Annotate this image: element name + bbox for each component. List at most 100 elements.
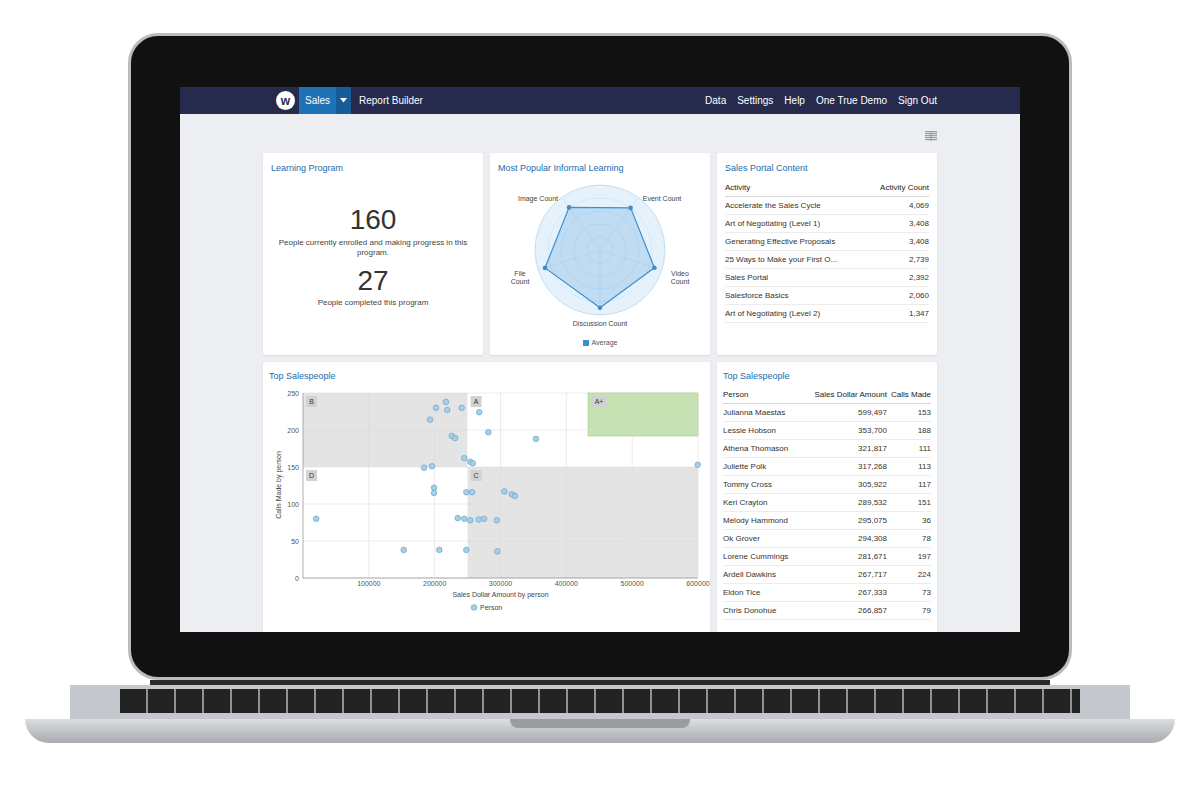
laptop-front bbox=[25, 719, 1175, 743]
x-tick-label: 100000 bbox=[357, 580, 380, 587]
activity-row[interactable]: Sales Portal2,392 bbox=[725, 269, 929, 287]
salesperson-row[interactable]: Juliette Polk317,268113 bbox=[723, 458, 931, 476]
activity-row[interactable]: Art of Negotiating (Level 1)3,408 bbox=[725, 215, 929, 233]
table-cell: Art of Negotiating (Level 2) bbox=[725, 309, 903, 319]
y-tick-label: 150 bbox=[287, 464, 299, 471]
data-point bbox=[433, 405, 439, 411]
table-cell: 305,922 bbox=[803, 480, 887, 490]
data-point bbox=[495, 549, 501, 555]
salesperson-row[interactable]: Athena Thomason321,817111 bbox=[723, 440, 931, 458]
table-cell: 267,717 bbox=[803, 570, 887, 580]
activity-row[interactable]: Generating Effective Proposals3,408 bbox=[725, 233, 929, 251]
column-header[interactable]: Calls Made bbox=[887, 390, 931, 400]
table-cell: Salesforce Basics bbox=[725, 291, 903, 301]
card-header: Top Salespeople bbox=[263, 362, 710, 384]
keyboard bbox=[120, 689, 1080, 713]
radar-point bbox=[652, 265, 657, 270]
radar-area bbox=[545, 207, 654, 307]
grid-line bbox=[632, 393, 633, 578]
data-point bbox=[470, 461, 476, 467]
table-cell: Julianna Maestas bbox=[723, 408, 803, 418]
salesperson-row[interactable]: Lessie Hobson353,700188 bbox=[723, 422, 931, 440]
data-point bbox=[421, 465, 427, 471]
table-cell: 321,817 bbox=[803, 444, 887, 454]
data-point bbox=[437, 547, 443, 553]
table-cell: 2,739 bbox=[909, 255, 929, 265]
enrolled-count: 160 bbox=[350, 205, 397, 235]
card-title: Learning Program bbox=[271, 163, 475, 173]
data-point bbox=[464, 547, 470, 553]
table-cell: 73 bbox=[887, 588, 931, 598]
table-cell: 3,408 bbox=[909, 237, 929, 247]
column-header[interactable]: Sales Dollar Amount bbox=[803, 390, 887, 400]
nav-tab[interactable]: Sales bbox=[299, 87, 336, 114]
data-point bbox=[443, 399, 449, 405]
salesperson-row[interactable]: Eldon Tice267,33373 bbox=[723, 584, 931, 602]
salesperson-row[interactable]: Chris Donohue266,85779 bbox=[723, 602, 931, 620]
data-point bbox=[476, 409, 482, 415]
table-cell: Eldon Tice bbox=[723, 588, 803, 598]
nav-tab[interactable]: Report Builder bbox=[353, 87, 429, 114]
data-point bbox=[401, 547, 407, 553]
table-cell: 1,347 bbox=[909, 309, 929, 319]
zone-label: C bbox=[474, 472, 479, 479]
table-cell: Lorene Cummings bbox=[723, 552, 803, 562]
salesperson-row[interactable]: Ardell Dawkins267,717224 bbox=[723, 566, 931, 584]
data-point bbox=[486, 429, 492, 435]
nav-link[interactable]: Settings bbox=[737, 93, 773, 108]
logo[interactable]: w bbox=[276, 91, 295, 110]
table-cell: 2,392 bbox=[909, 273, 929, 283]
table-cell: 197 bbox=[887, 552, 931, 562]
nav-link[interactable]: Sign Out bbox=[898, 93, 937, 108]
x-tick-label: 600000 bbox=[686, 580, 709, 587]
y-tick-label: 50 bbox=[291, 538, 299, 545]
grid-line bbox=[698, 393, 699, 578]
bottom-row: Top Salespeople0501001502002501000002000… bbox=[263, 362, 937, 632]
salesperson-row[interactable]: Tommy Cross305,922117 bbox=[723, 476, 931, 494]
table-cell: Accelerate the Sales Cycle bbox=[725, 201, 903, 211]
chart-zone bbox=[303, 467, 468, 578]
zone-label: A+ bbox=[595, 398, 604, 405]
nav-link[interactable]: Data bbox=[705, 93, 726, 108]
activity-row[interactable]: Salesforce Basics2,060 bbox=[725, 287, 929, 305]
table-cell: Chris Donohue bbox=[723, 606, 803, 616]
salesperson-row[interactable]: Lorene Cummings281,671197 bbox=[723, 548, 931, 566]
table-header: PersonSales Dollar AmountCalls Made bbox=[723, 386, 931, 404]
nav-link[interactable]: One True Demo bbox=[816, 93, 887, 108]
learning-stats: 160People currently enrolled and making … bbox=[271, 173, 475, 308]
legend-marker bbox=[471, 605, 477, 611]
table-cell: 317,268 bbox=[803, 462, 887, 472]
informal-learning-card: Most Popular Informal LearningImage Coun… bbox=[490, 153, 710, 355]
card-title: Top Salespeople bbox=[269, 371, 704, 381]
table-header: Activity Activity Count bbox=[725, 179, 929, 197]
salesperson-row[interactable]: Keri Crayton289,532151 bbox=[723, 494, 931, 512]
x-tick-label: 300000 bbox=[489, 580, 512, 587]
activity-row[interactable]: Art of Negotiating (Level 2) 1,347 bbox=[725, 305, 929, 323]
layout-button[interactable] bbox=[925, 131, 937, 141]
x-tick-label: 500000 bbox=[620, 580, 643, 587]
column-header[interactable]: Person bbox=[723, 390, 803, 400]
grid-line bbox=[368, 393, 369, 578]
salesperson-row[interactable]: Julianna Maestas599,497153 bbox=[723, 404, 931, 422]
table-cell: 266,857 bbox=[803, 606, 887, 616]
table-cell: Ardell Dawkins bbox=[723, 570, 803, 580]
nav-link[interactable]: Help bbox=[784, 93, 805, 108]
column-header[interactable]: Activity Count bbox=[880, 183, 929, 193]
dropdown-button[interactable] bbox=[336, 87, 351, 114]
data-point bbox=[469, 489, 475, 495]
card-title: Sales Portal Content bbox=[725, 163, 929, 173]
top-salespeople-chart-card: Top Salespeople0501001502002501000002000… bbox=[263, 362, 710, 632]
activity-row[interactable]: Accelerate the Sales Cycle4,069 bbox=[725, 197, 929, 215]
table-cell: 3,408 bbox=[909, 219, 929, 229]
salesperson-row[interactable]: Melody Hammond295,07536 bbox=[723, 512, 931, 530]
laptop-deck bbox=[70, 685, 1130, 719]
radar-chart: Image CountEvent CountVideo CountDiscuss… bbox=[490, 178, 710, 338]
zone-label: A bbox=[474, 398, 479, 405]
table-cell: 36 bbox=[887, 516, 931, 526]
x-axis-title: Sales Dollar Amount by person bbox=[452, 591, 548, 599]
y-axis-title: Calls Made by person bbox=[275, 451, 283, 519]
column-header[interactable]: Activity bbox=[725, 183, 874, 193]
data-point bbox=[431, 490, 437, 496]
activity-row[interactable]: 25 Ways to Make your First O...2,739 bbox=[725, 251, 929, 269]
salesperson-row[interactable]: Ok Grover294,30878 bbox=[723, 530, 931, 548]
